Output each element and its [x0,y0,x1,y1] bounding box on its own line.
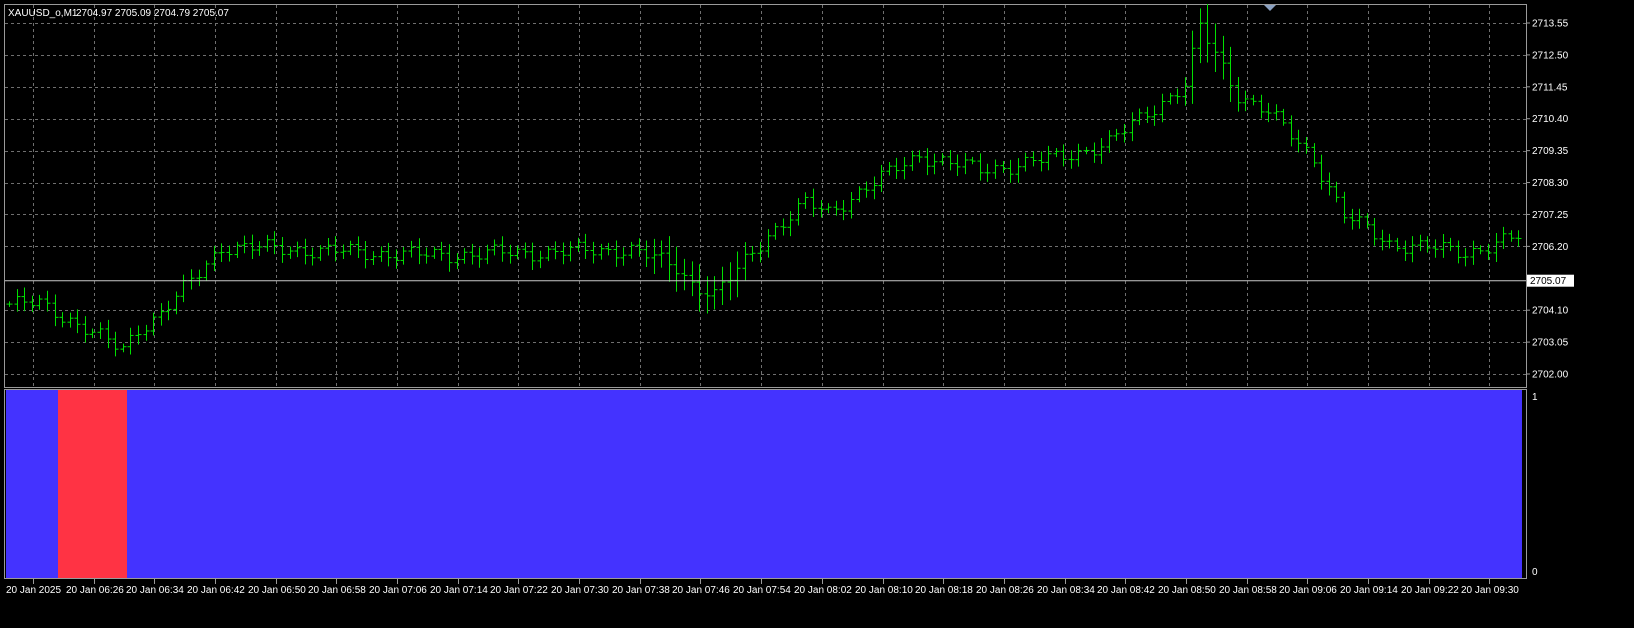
price-panel-frame [4,4,1527,388]
time-axis-label: 20 Jan 06:34 [126,585,184,596]
indicator-segment [58,390,127,578]
trading-chart[interactable]: XAUUSD_o,M1 2704.97 2705.09 2704.79 2705… [0,0,1634,628]
indicator-segment [6,390,58,578]
time-axis-label: 20 Jan 07:14 [430,585,488,596]
time-axis-label: 20 Jan 08:26 [976,585,1034,596]
time-axis-label: 20 Jan 08:42 [1097,585,1155,596]
time-axis-label: 20 Jan 07:22 [490,585,548,596]
svg-text:2705.07: 2705.07 [1530,276,1567,287]
time-axis-label: 20 Jan 07:46 [672,585,730,596]
time-axis-label: 20 Jan 07:38 [612,585,670,596]
indicator-segment [127,390,1522,578]
time-axis-label: 20 Jan 06:58 [308,585,366,596]
time-axis-label: 20 Jan 08:58 [1219,585,1277,596]
time-axis-label: 20 Jan 07:06 [369,585,427,596]
price-tick-label: 2710.40 [1532,114,1569,125]
current-price-tag: 2705.07 [1527,274,1574,287]
indicator-axis-min: 0 [1532,567,1538,578]
price-axis: 2713.55 2712.50 2711.45 2710.40 2709.35 2708.… [1526,19,1569,381]
price-tick-label: 2704.10 [1532,306,1569,317]
time-axis-label: 20 Jan 08:02 [794,585,852,596]
time-axis-label: 20 Jan 08:18 [915,585,973,596]
time-axis-label: 20 Jan 07:30 [551,585,609,596]
price-tick-label: 2707.25 [1532,210,1569,221]
indicator-histogram [6,390,1522,578]
time-axis-label: 20 Jan 06:50 [248,585,306,596]
time-axis-label: 20 Jan 09:06 [1279,585,1337,596]
time-axis: 20 Jan 2025 20 Jan 06:26 20 Jan 06:34 20 Ja… [6,579,1519,596]
time-axis-label: 20 Jan 2025 [6,585,61,596]
price-tick-label: 2709.35 [1532,146,1569,157]
price-tick-label: 2712.50 [1532,50,1569,61]
time-axis-label: 20 Jan 09:22 [1401,585,1459,596]
time-axis-label: 20 Jan 08:50 [1158,585,1216,596]
price-tick-label: 2702.00 [1532,370,1569,381]
price-tick-label: 2713.55 [1532,19,1569,30]
time-axis-label: 20 Jan 08:10 [855,585,913,596]
price-tick-label: 2711.45 [1532,82,1568,93]
price-tick-label: 2706.20 [1532,242,1569,253]
price-tick-label: 2703.05 [1532,338,1569,349]
time-axis-label: 20 Jan 09:30 [1461,585,1519,596]
price-tick-label: 2708.30 [1532,178,1569,189]
time-axis-label: 20 Jan 07:54 [733,585,791,596]
symbol-title: XAUUSD_o,M1 [8,8,78,19]
time-axis-label: 20 Jan 06:26 [66,585,124,596]
ohlc-readout: 2704.97 2705.09 2704.79 2705.07 [76,8,229,19]
indicator-axis-max: 1 [1532,392,1538,403]
time-axis-label: 20 Jan 08:34 [1037,585,1095,596]
time-axis-label: 20 Jan 06:42 [187,585,245,596]
time-axis-label: 20 Jan 09:14 [1340,585,1398,596]
